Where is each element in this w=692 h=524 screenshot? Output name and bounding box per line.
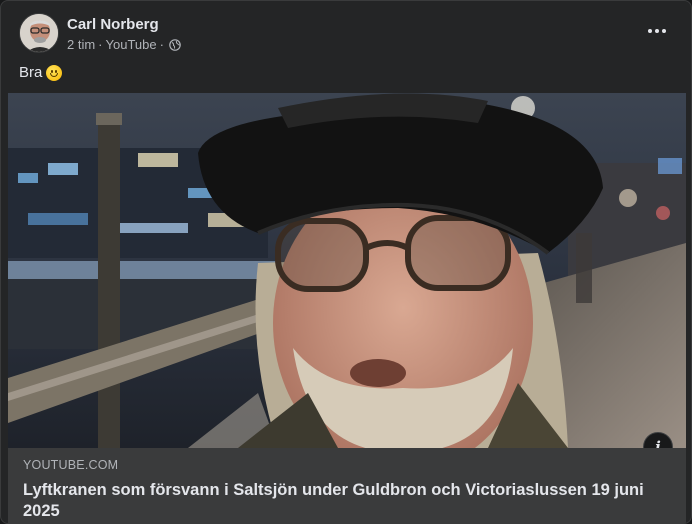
thumbnail-image [8, 93, 686, 448]
link-title[interactable]: Lyftkranen som försvann i Saltsjön under… [23, 480, 653, 522]
post-card: Carl Norberg 2 tim · YouTube · Bra i YOU… [0, 0, 692, 524]
post-source[interactable]: YouTube [106, 37, 157, 53]
globe-icon[interactable] [169, 39, 181, 51]
post-text-content: Bra [19, 64, 43, 81]
link-preview[interactable]: YOUTUBE.COM Lyftkranen som försvann i Sa… [8, 448, 686, 523]
link-domain: YOUTUBE.COM [23, 458, 119, 472]
slightly-smiling-face-icon [46, 65, 63, 81]
author-name[interactable]: Carl Norberg [67, 15, 159, 34]
post-time[interactable]: 2 tim [67, 37, 95, 53]
more-options-icon[interactable] [641, 19, 673, 43]
meta-separator-2: · [159, 37, 164, 52]
post-header: Carl Norberg 2 tim · YouTube · [19, 13, 679, 55]
avatar-image [20, 14, 58, 52]
avatar[interactable] [19, 13, 59, 53]
meta-separator: · [98, 37, 103, 52]
video-thumbnail[interactable] [8, 93, 686, 448]
post-meta: 2 tim · YouTube · [67, 37, 181, 53]
post-text: Bra [19, 63, 63, 83]
